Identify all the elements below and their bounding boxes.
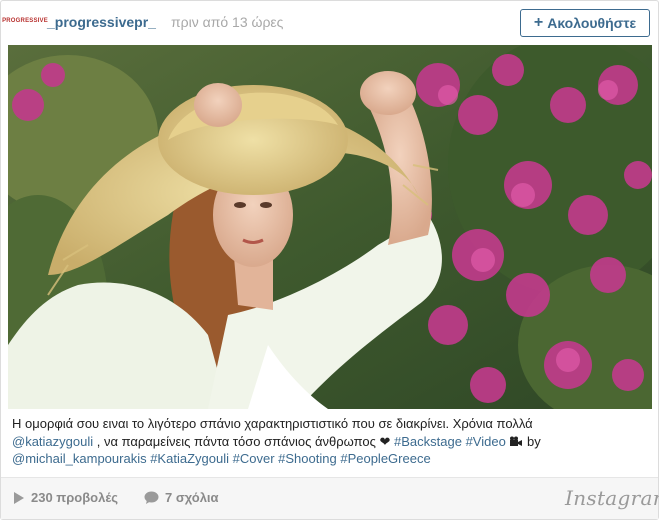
instagram-logo[interactable]: Instagram bbox=[565, 486, 659, 510]
follow-button[interactable]: + Ακολουθήστε bbox=[520, 9, 650, 37]
avatar[interactable]: PROGRESSIVE bbox=[2, 11, 48, 31]
play-icon bbox=[14, 491, 24, 504]
post-photo[interactable] bbox=[8, 45, 652, 409]
caption-text: Η ομορφιά σου ειναι το λιγότερο σπάνιο χ… bbox=[12, 416, 533, 431]
hashtag-backstage[interactable]: #Backstage bbox=[394, 434, 462, 449]
plus-icon: + bbox=[533, 14, 544, 31]
post-header: PROGRESSIVE _progressivepr_ πριν από 13 … bbox=[1, 1, 658, 45]
mention-michail-kampourakis[interactable]: @michail_kampourakis bbox=[12, 451, 147, 466]
heart-icon: ❤ bbox=[379, 433, 391, 449]
avatar-logo-text: PROGRESSIVE bbox=[2, 18, 48, 24]
comments-count[interactable]: 7 σχόλια bbox=[144, 490, 219, 505]
hashtag-video[interactable]: #Video bbox=[466, 434, 506, 449]
views-count: 230 προβολές bbox=[13, 490, 118, 505]
hashtag-katiazygouli[interactable]: #KatiaZygouli bbox=[150, 451, 229, 466]
follow-button-label: Ακολουθήστε bbox=[547, 15, 637, 31]
hashtag-cover[interactable]: #Cover bbox=[233, 451, 275, 466]
comment-bubble-icon bbox=[144, 491, 159, 504]
caption-text: by bbox=[523, 433, 541, 449]
post-footer: 230 προβολές 7 σχόλια Instagram bbox=[1, 477, 659, 519]
photo-image bbox=[8, 45, 652, 409]
video-camera-icon bbox=[510, 436, 523, 446]
hashtag-peoplegreece[interactable]: #PeopleGreece bbox=[340, 451, 430, 466]
post-timestamp: πριν από 13 ώρες bbox=[171, 14, 284, 30]
mention-katiazygouli[interactable]: @katiazygouli bbox=[12, 434, 93, 449]
username-link[interactable]: _progressivepr_ bbox=[47, 14, 156, 30]
post-card: PROGRESSIVE _progressivepr_ πριν από 13 … bbox=[0, 0, 659, 520]
caption-text: , να παραμείνεις πάντα τόσο σπάνιος άνθρ… bbox=[93, 433, 380, 449]
comments-label: 7 σχόλια bbox=[165, 490, 219, 505]
post-caption: Η ομορφιά σου ειναι το λιγότερο σπάνιο χ… bbox=[12, 415, 642, 468]
views-label: 230 προβολές bbox=[31, 490, 118, 505]
hashtag-shooting[interactable]: #Shooting bbox=[278, 451, 337, 466]
